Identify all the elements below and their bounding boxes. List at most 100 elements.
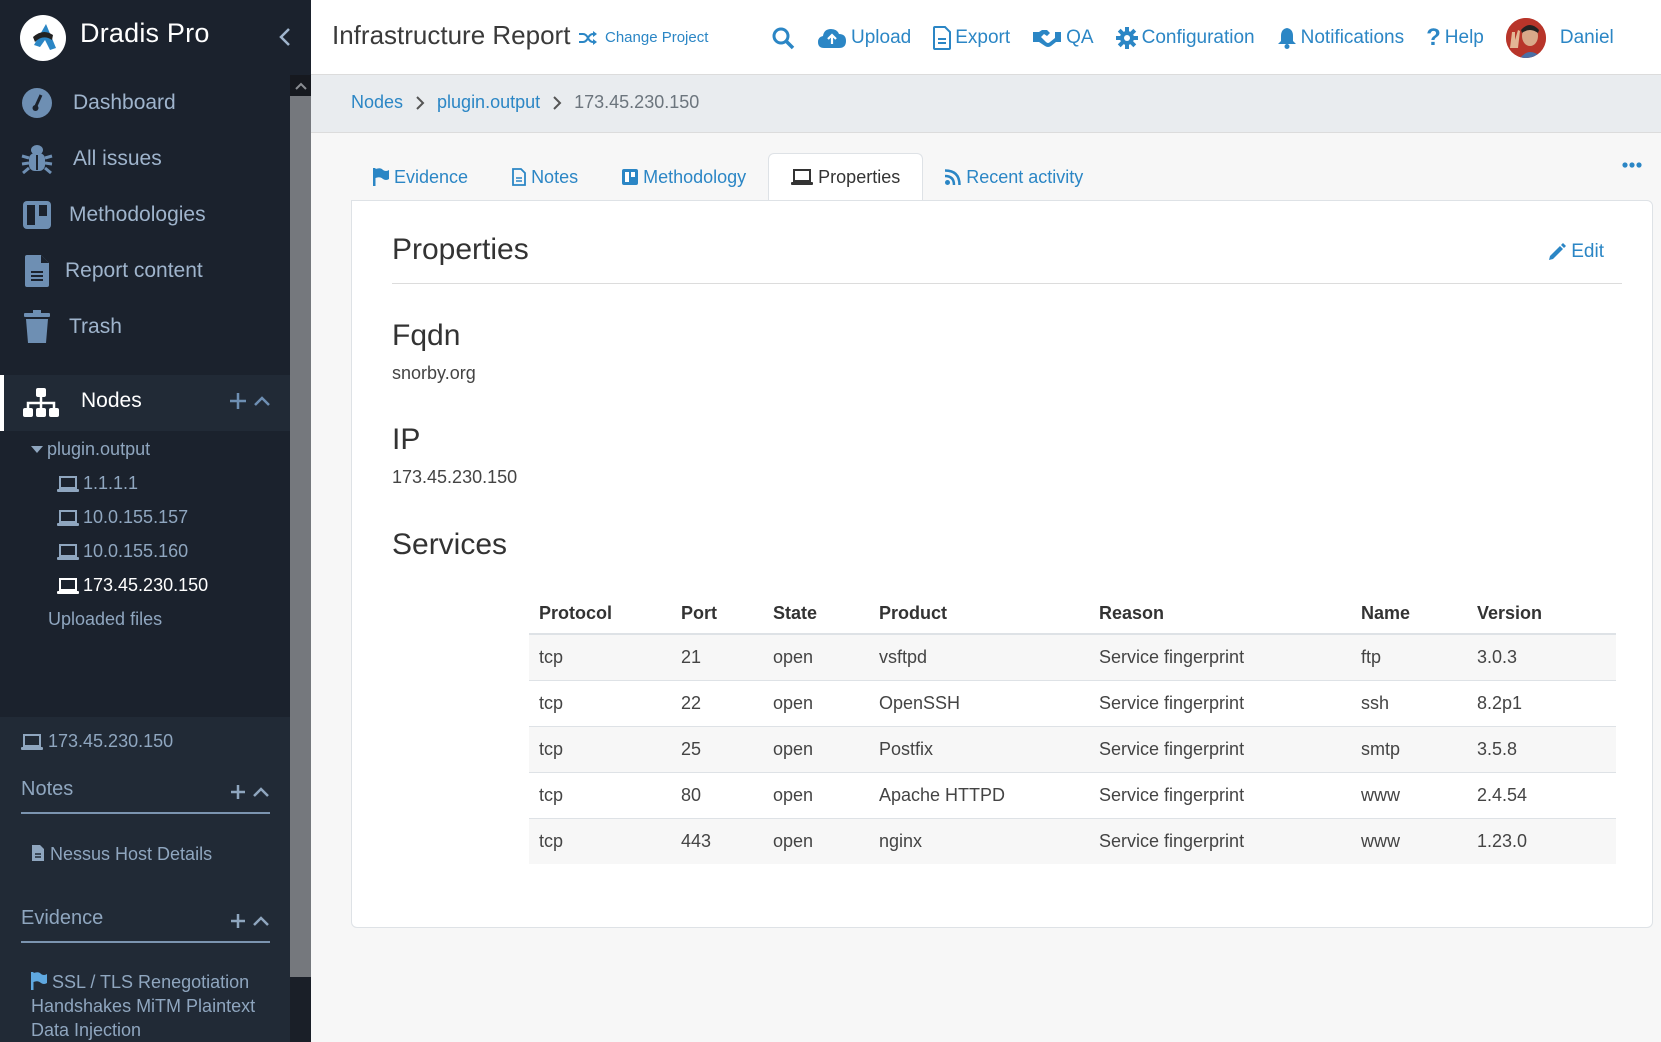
table-cell: 3.5.8 [1467, 726, 1616, 773]
tab-label: Methodology [643, 166, 747, 187]
configuration-button[interactable]: Configuration [1115, 27, 1255, 49]
column-header: Product [869, 593, 1089, 635]
column-header: Name [1351, 593, 1467, 635]
export-button[interactable]: Export [933, 26, 1010, 50]
sidebar-item-report-content[interactable]: Report content [0, 243, 290, 299]
tab-methodology[interactable]: Methodology [600, 153, 768, 201]
divider [392, 283, 1622, 284]
table-cell: tcp [529, 634, 671, 681]
brand: Dradis Pro [0, 0, 311, 74]
collapse-nodes-chevron-up-icon[interactable] [253, 395, 271, 407]
user-menu[interactable]: Daniel [1505, 18, 1614, 58]
sidebar-item-all-issues[interactable]: All issues [0, 131, 290, 187]
upload-button[interactable]: Upload [817, 27, 911, 49]
tree-node-label: plugin.output [47, 439, 151, 459]
tree-node-host[interactable]: 1.1.1.1 [57, 473, 138, 494]
evidence-item-label: SSL / TLS Renegotiation Handshakes MiTM … [31, 972, 256, 1040]
table-cell: Service fingerprint [1089, 818, 1351, 864]
scrollbar-thumb[interactable] [290, 96, 311, 977]
table-cell: www [1351, 818, 1467, 864]
breadcrumb-plugin-output[interactable]: plugin.output [437, 92, 540, 113]
collapse-evidence-chevron-up-icon[interactable] [252, 915, 270, 927]
notes-section-header: Notes [21, 774, 270, 814]
current-node-label: 173.45.230.150 [48, 731, 174, 751]
add-node-button[interactable] [229, 392, 247, 410]
table-cell: ssh [1351, 680, 1467, 727]
evidence-item[interactable]: SSL / TLS Renegotiation Handshakes MiTM … [31, 970, 271, 1042]
change-project-link[interactable]: Change Project [579, 29, 708, 46]
laptop-icon [57, 475, 79, 493]
sidebar-item-dashboard[interactable]: Dashboard [0, 75, 290, 131]
notes-section-title: Notes [21, 778, 74, 800]
table-cell: Postfix [869, 726, 1089, 773]
search-icon [771, 26, 795, 50]
tab-label: Recent activity [966, 166, 1084, 187]
dradis-logo-icon[interactable] [20, 15, 66, 61]
scroll-up-arrow-icon[interactable] [290, 75, 311, 96]
table-cell: open [763, 634, 869, 681]
help-button[interactable]: ? Help [1426, 26, 1484, 50]
bug-icon [20, 142, 54, 176]
sidebar-item-trash[interactable]: Trash [0, 299, 290, 355]
chevron-right-icon [552, 95, 562, 110]
flag-icon [373, 168, 389, 186]
tree-uploaded-files[interactable]: Uploaded files [48, 609, 162, 630]
tree-node-host[interactable]: 10.0.155.160 [57, 541, 188, 562]
table-row: tcp 22 open OpenSSH Service fingerprint ssh 8.… [529, 680, 1616, 727]
collapse-sidebar-button[interactable] [276, 24, 294, 50]
add-note-button[interactable] [230, 784, 246, 800]
column-header: Version [1467, 593, 1616, 635]
tab-label: Evidence [394, 166, 469, 187]
table-header-row: Protocol Port State Product Reason Name … [529, 593, 1616, 635]
table-cell: 8.2p1 [1467, 680, 1616, 727]
shuffle-icon [579, 30, 597, 45]
table-cell: 22 [671, 680, 763, 727]
notifications-button[interactable]: Notifications [1277, 27, 1404, 49]
table-cell: nginx [869, 818, 1089, 864]
table-cell: 21 [671, 634, 763, 681]
breadcrumb-nodes[interactable]: Nodes [351, 92, 403, 113]
table-cell: open [763, 818, 869, 864]
collapse-notes-chevron-up-icon[interactable] [252, 786, 270, 798]
tab-recent-activity[interactable]: Recent activity [923, 153, 1105, 201]
tree-node-host-active[interactable]: 173.45.230.150 [57, 575, 208, 596]
cloud-upload-icon [817, 27, 847, 49]
tab-notes[interactable]: Notes [490, 153, 600, 201]
ip-heading: IP [392, 423, 421, 456]
qa-label: QA [1066, 27, 1094, 48]
current-node: 173.45.230.150 [21, 731, 173, 752]
tree-node-plugin-output[interactable]: plugin.output [31, 439, 150, 460]
project-title: Infrastructure Report [332, 20, 571, 50]
app-name: Dradis Pro [80, 18, 210, 48]
search-button[interactable] [771, 26, 795, 50]
sidebar-item-methodologies[interactable]: Methodologies [0, 187, 290, 243]
table-cell: 2.4.54 [1467, 772, 1616, 819]
pencil-icon [1548, 243, 1567, 261]
breadcrumb-bar: Nodes plugin.output 173.45.230.150 [311, 75, 1661, 133]
add-evidence-button[interactable] [230, 913, 246, 929]
more-options-icon[interactable] [1622, 162, 1642, 168]
sitemap-icon [22, 387, 60, 419]
table-cell: tcp [529, 726, 671, 773]
bell-icon [1277, 27, 1297, 49]
file-icon [933, 26, 952, 50]
flag-icon [31, 972, 47, 990]
table-cell: tcp [529, 772, 671, 819]
ip-value: 173.45.230.150 [392, 467, 518, 487]
note-item[interactable]: Nessus Host Details [31, 842, 271, 866]
tab-properties[interactable]: Properties [768, 153, 924, 201]
tab-evidence[interactable]: Evidence [351, 153, 490, 201]
tree-node-host[interactable]: 10.0.155.157 [57, 507, 188, 528]
tree-node-label: 1.1.1.1 [83, 473, 139, 493]
qa-button[interactable]: QA [1032, 27, 1094, 49]
sidebar-scrollbar[interactable] [290, 75, 311, 1042]
tab-label: Properties [818, 166, 901, 187]
breadcrumb-current: 173.45.230.150 [574, 92, 700, 112]
edit-properties-button[interactable]: Edit [1548, 241, 1604, 263]
tree-node-label: Uploaded files [48, 609, 163, 629]
sidebar-item-nodes[interactable]: Nodes [0, 375, 290, 431]
caret-down-icon[interactable] [31, 445, 43, 454]
upload-label: Upload [851, 27, 912, 48]
rss-icon [945, 169, 961, 185]
note-item-label: Nessus Host Details [50, 844, 213, 864]
